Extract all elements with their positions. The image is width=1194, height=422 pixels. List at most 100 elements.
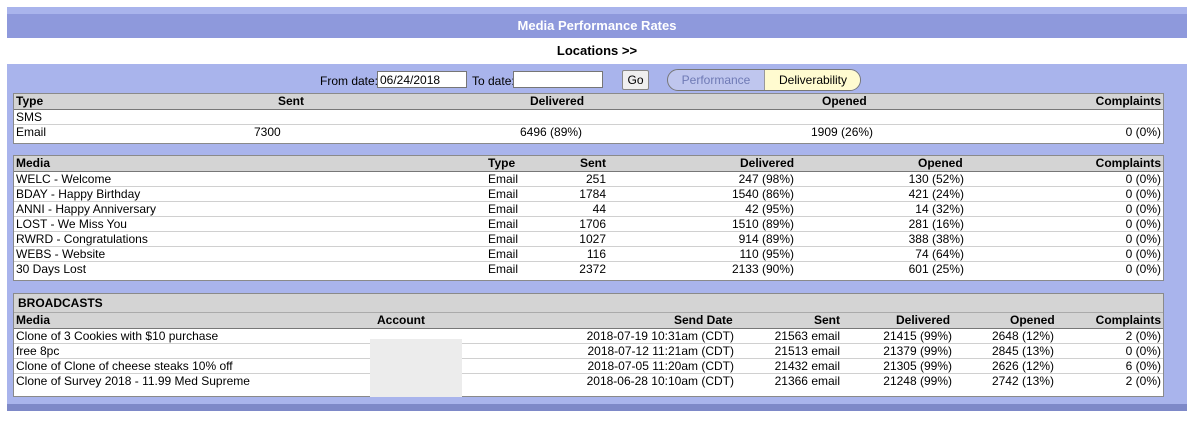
report-panel: Media Performance Rates Locations >> Fro…	[7, 7, 1187, 411]
bottom-bar	[7, 404, 1187, 411]
broadcasts-cell-send-date: 2018-07-19 10:31am (CDT)	[586, 329, 734, 343]
broadcasts-cell-send-date: 2018-07-12 11:21am (CDT)	[587, 344, 734, 358]
table-row[interactable]: Clone of Survey 2018 - 11.99 Med Supreme…	[14, 374, 1163, 388]
broadcasts-header-delivered: Delivered	[896, 313, 951, 327]
table-row[interactable]: Clone of 3 Cookies with $10 purchase 2018…	[14, 329, 1163, 344]
media-cell-media: BDAY - Happy Birthday	[16, 187, 141, 201]
broadcasts-cell-sent: 21563 email	[774, 329, 840, 343]
table-row[interactable]: Clone of Clone of cheese steaks 10% off 2…	[14, 359, 1163, 374]
broadcasts-cell-opened: 2742 (13%)	[991, 374, 1054, 388]
broadcasts-header-complaints: Complaints	[1095, 313, 1161, 327]
summary-header-type: Type	[16, 94, 44, 108]
to-date-input[interactable]	[513, 71, 603, 88]
locations-link[interactable]: Locations >>	[557, 43, 637, 58]
media-table: Media Type Sent Delivered Opened Complai…	[13, 155, 1164, 281]
broadcasts-cell-sent: 21513 email	[774, 344, 840, 358]
media-cell-sent: 1706	[579, 217, 606, 231]
broadcasts-cell-delivered: 21379 (99%)	[883, 344, 952, 358]
media-cell-opened: 421 (24%)	[908, 187, 964, 201]
media-cell-type: Email	[488, 232, 519, 246]
media-rows: WELC - Welcome Email 251 247 (98%) 130 (52%)…	[14, 172, 1163, 276]
media-cell-opened: 601 (25%)	[908, 262, 964, 276]
broadcasts-cell-opened: 2648 (12%)	[991, 329, 1054, 343]
summary-header-opened: Opened	[822, 94, 867, 108]
broadcasts-cell-delivered: 21305 (99%)	[883, 359, 952, 373]
media-cell-complaints: 0 (0%)	[1125, 217, 1161, 231]
broadcasts-cell-complaints: 0 (0%)	[1125, 344, 1161, 358]
media-cell-type: Email	[488, 247, 519, 261]
broadcasts-section-title: BROADCASTS	[14, 294, 1163, 313]
summary-cell-opened: 1909 (26%)	[811, 125, 874, 139]
media-cell-delivered: 247 (98%)	[738, 172, 794, 186]
broadcasts-cell-complaints: 6 (0%)	[1125, 359, 1161, 373]
media-cell-opened: 14 (32%)	[915, 202, 964, 216]
media-cell-sent: 1027	[579, 232, 606, 246]
table-row[interactable]: ANNI - Happy Anniversary Email 44 42 (95%) 1…	[14, 202, 1163, 217]
summary-cell-complaints: 0 (0%)	[1125, 125, 1161, 139]
media-cell-opened: 74 (64%)	[915, 247, 964, 261]
table-row[interactable]: BDAY - Happy Birthday Email 1784 1540 (86%)…	[14, 187, 1163, 202]
date-filter-bar: From date: To date: Go Performance Deliv…	[7, 64, 1187, 96]
broadcasts-cell-complaints: 2 (0%)	[1125, 329, 1161, 343]
media-header-media: Media	[16, 156, 51, 170]
media-cell-complaints: 0 (0%)	[1125, 247, 1161, 261]
media-cell-delivered: 2133 (90%)	[731, 262, 794, 276]
media-header-row: Media Type Sent Delivered Opened Complai…	[14, 156, 1163, 172]
media-cell-sent: 44	[592, 202, 606, 216]
media-cell-delivered: 1540 (86%)	[731, 187, 794, 201]
media-cell-delivered: 914 (89%)	[738, 232, 794, 246]
table-row[interactable]: LOST - We Miss You Email 1706 1510 (89%) 281…	[14, 217, 1163, 232]
media-cell-type: Email	[488, 202, 519, 216]
table-row[interactable]: WELC - Welcome Email 251 247 (98%) 130 (52%)…	[14, 172, 1163, 187]
broadcasts-header-sent: Sent	[814, 313, 841, 327]
media-cell-sent: 251	[585, 172, 606, 186]
media-cell-type: Email	[488, 172, 519, 186]
broadcasts-cell-media: Clone of 3 Cookies with $10 purchase	[16, 329, 219, 343]
media-cell-sent: 2372	[579, 262, 606, 276]
summary-cell-type: SMS	[16, 110, 43, 124]
performance-toggle[interactable]: Performance	[668, 70, 764, 90]
broadcasts-cell-media: Clone of Survey 2018 - 11.99 Med Supreme	[16, 374, 250, 388]
broadcasts-cell-media: Clone of Clone of cheese steaks 10% off	[16, 359, 233, 373]
broadcasts-cell-delivered: 21415 (99%)	[883, 329, 952, 343]
broadcasts-cell-sent: 21432 email	[774, 359, 840, 373]
media-header-sent: Sent	[580, 156, 607, 170]
summary-header-complaints: Complaints	[1095, 94, 1161, 108]
table-row: SMS	[14, 110, 1163, 125]
locations-bar: Locations >>	[7, 38, 1187, 64]
media-cell-complaints: 0 (0%)	[1125, 202, 1161, 216]
table-row[interactable]: free 8pc 2018-07-12 11:21am (CDT) 21513 em…	[14, 344, 1163, 359]
media-header-type: Type	[488, 156, 516, 170]
table-row[interactable]: WEBS - Website Email 116 110 (95%) 74 (64%) 0…	[14, 247, 1163, 262]
summary-table: Type Sent Delivered Opened Complaints SM…	[13, 93, 1164, 144]
broadcasts-header-media: Media	[16, 313, 51, 327]
media-cell-media: WEBS - Website	[16, 247, 106, 261]
broadcasts-cell-send-date: 2018-07-05 11:20am (CDT)	[587, 359, 734, 373]
media-cell-media: LOST - We Miss You	[16, 217, 127, 231]
media-header-delivered: Delivered	[740, 156, 795, 170]
broadcasts-cell-media: free 8pc	[16, 344, 60, 358]
media-cell-opened: 388 (38%)	[908, 232, 964, 246]
deliverability-toggle[interactable]: Deliverability	[764, 70, 860, 90]
broadcasts-header-account: Account	[377, 313, 425, 327]
from-date-label: From date:	[320, 74, 379, 88]
table-row[interactable]: 30 Days Lost Email 2372 2133 (90%) 601 (25%)…	[14, 262, 1163, 276]
media-cell-complaints: 0 (0%)	[1125, 172, 1161, 186]
broadcasts-cell-complaints: 2 (0%)	[1125, 374, 1161, 388]
from-date-input[interactable]	[377, 71, 467, 88]
media-cell-sent: 1784	[579, 187, 606, 201]
summary-header-sent: Sent	[278, 94, 305, 108]
broadcast-rows: Clone of 3 Cookies with $10 purchase 2018…	[14, 329, 1163, 388]
media-cell-complaints: 0 (0%)	[1125, 262, 1161, 276]
go-button[interactable]: Go	[622, 70, 649, 90]
broadcasts-header-opened: Opened	[1010, 313, 1055, 327]
media-cell-complaints: 0 (0%)	[1125, 232, 1161, 246]
media-cell-media: ANNI - Happy Anniversary	[16, 202, 157, 216]
broadcasts-header-send-date: Send Date	[674, 313, 733, 327]
table-row[interactable]: RWRD - Congratulations Email 1027 914 (89%)…	[14, 232, 1163, 247]
broadcasts-cell-delivered: 21248 (99%)	[883, 374, 952, 388]
table-row: Email 7300 6496 (89%) 1909 (26%) 0 (0%)	[14, 125, 1163, 139]
media-cell-sent: 116	[586, 247, 606, 261]
broadcasts-cell-sent: 21366 email	[774, 374, 840, 388]
broadcasts-cell-opened: 2845 (13%)	[991, 344, 1054, 358]
